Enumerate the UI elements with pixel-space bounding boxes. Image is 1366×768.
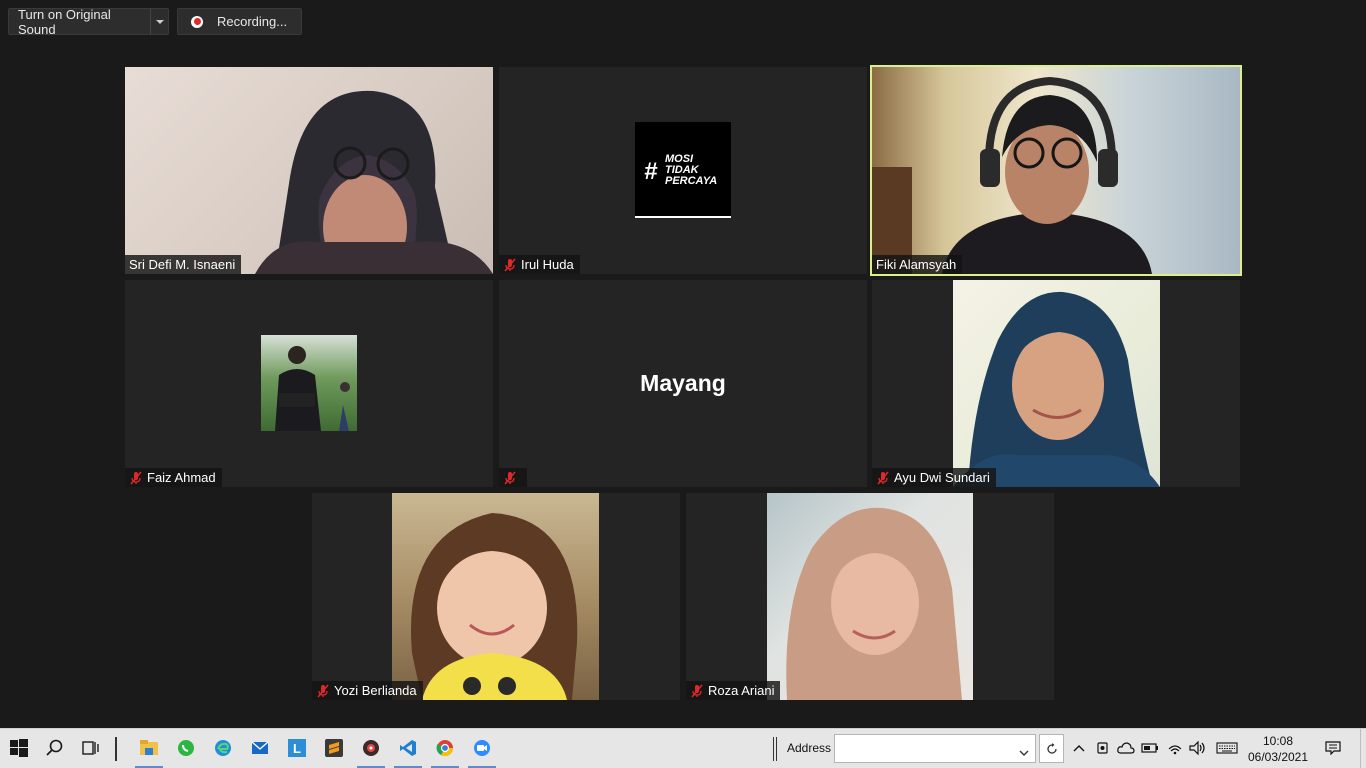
participant-tile[interactable]: Mayang <box>499 280 867 487</box>
participant-name: Ayu Dwi Sundari <box>894 470 990 485</box>
original-sound-button[interactable]: Turn on Original Sound <box>8 6 169 37</box>
muted-mic-icon <box>129 471 143 485</box>
windows-start-icon[interactable] <box>8 737 30 759</box>
chrome-icon[interactable] <box>434 737 456 759</box>
participant-name-tag: Roza Ariani <box>686 681 781 700</box>
video-feed <box>125 67 493 274</box>
svg-text:L: L <box>293 741 301 756</box>
muted-mic-icon <box>876 471 890 485</box>
whatsapp-icon[interactable] <box>175 737 197 759</box>
participant-tile[interactable]: Faiz Ahmad <box>125 280 493 487</box>
video-feed <box>953 280 1160 487</box>
chevron-up-icon[interactable] <box>1070 740 1088 756</box>
address-toolbar-label: Address <box>787 741 832 755</box>
muted-mic-icon <box>690 684 704 698</box>
video-feed <box>872 67 1240 274</box>
app-l-icon[interactable]: L <box>286 737 308 759</box>
sublime-text-icon[interactable] <box>323 737 345 759</box>
original-sound-dropdown[interactable] <box>150 9 168 34</box>
search-icon[interactable] <box>44 737 66 759</box>
taskbar-separator <box>776 737 777 761</box>
address-field[interactable] <box>834 734 1036 763</box>
participant-tile[interactable]: # MOSI TIDAK PERCAYA Irul Huda <box>499 67 867 274</box>
muted-mic-icon <box>503 258 517 272</box>
participant-name: Fiki Alamsyah <box>876 257 957 272</box>
participant-name-tag: Irul Huda <box>499 255 580 274</box>
refresh-icon <box>1046 742 1057 754</box>
chevron-down-icon <box>155 19 164 24</box>
file-explorer-icon[interactable] <box>138 737 160 759</box>
zoom-meeting-window: Turn on Original Sound Recording... Sri … <box>0 0 1366 768</box>
muted-mic-icon <box>316 684 330 698</box>
video-feed <box>392 493 599 700</box>
profile-picture <box>261 335 357 431</box>
clock-time: 10:08 <box>1262 734 1294 748</box>
participant-name-tag: Sri Defi M. Isnaeni <box>125 255 242 274</box>
participant-name-tag <box>499 468 527 487</box>
participant-name: Sri Defi M. Isnaeni <box>129 257 236 272</box>
media-player-icon[interactable] <box>360 737 382 759</box>
zoom-app-icon[interactable] <box>471 737 493 759</box>
notifications-icon[interactable] <box>1324 740 1342 756</box>
edge-browser-icon[interactable] <box>212 737 234 759</box>
participant-name-tag: Fiki Alamsyah <box>872 255 963 274</box>
address-go-button[interactable] <box>1039 734 1064 763</box>
recording-label: Recording... <box>217 14 288 29</box>
meet-now-icon[interactable] <box>1094 740 1112 756</box>
wifi-icon[interactable] <box>1166 740 1184 756</box>
participant-name-tag: Ayu Dwi Sundari <box>872 468 996 487</box>
participant-tile[interactable]: Yozi Berlianda <box>312 493 680 700</box>
windows-taskbar: L Address 10:08 06/03/2021 <box>0 728 1366 768</box>
taskbar-separator <box>773 737 774 761</box>
profile-text-line: PERCAYA <box>665 175 718 187</box>
record-icon <box>191 15 203 28</box>
recording-indicator[interactable]: Recording... <box>177 8 302 35</box>
participant-display-name: Mayang <box>640 370 726 396</box>
participant-name: Yozi Berlianda <box>334 683 417 698</box>
address-input[interactable] <box>835 735 1013 762</box>
participant-tile[interactable]: Roza Ariani <box>686 493 1054 700</box>
participant-name: Faiz Ahmad <box>147 470 216 485</box>
profile-text: MOSI TIDAK PERCAYA <box>665 154 717 187</box>
participant-name-tag: Yozi Berlianda <box>312 681 423 700</box>
video-feed <box>767 493 973 700</box>
volume-icon[interactable] <box>1189 740 1207 756</box>
clock-date: 06/03/2021 <box>1247 750 1309 764</box>
muted-mic-icon <box>503 471 517 485</box>
system-clock[interactable]: 10:08 06/03/2021 <box>1242 733 1314 765</box>
profile-hash: # <box>644 158 658 185</box>
mail-icon[interactable] <box>249 737 271 759</box>
vscode-icon[interactable] <box>397 737 419 759</box>
participant-tile-active-speaker[interactable]: Fiki Alamsyah <box>870 65 1242 276</box>
participant-tile[interactable]: Ayu Dwi Sundari <box>872 280 1240 487</box>
battery-icon[interactable] <box>1141 740 1159 756</box>
taskbar-separator <box>115 737 117 761</box>
keyboard-icon[interactable] <box>1215 740 1239 756</box>
task-view-icon[interactable] <box>79 737 101 759</box>
onedrive-cloud-icon[interactable] <box>1117 740 1135 756</box>
participant-tile[interactable]: Sri Defi M. Isnaeni <box>125 67 493 274</box>
chevron-down-icon[interactable] <box>1019 744 1029 762</box>
original-sound-label: Turn on Original Sound <box>18 6 111 37</box>
participant-name-tag: Faiz Ahmad <box>125 468 222 487</box>
participant-name: Irul Huda <box>521 257 574 272</box>
participant-name: Roza Ariani <box>708 683 775 698</box>
profile-picture: # MOSI TIDAK PERCAYA <box>635 122 731 218</box>
show-desktop-button[interactable] <box>1360 729 1361 768</box>
